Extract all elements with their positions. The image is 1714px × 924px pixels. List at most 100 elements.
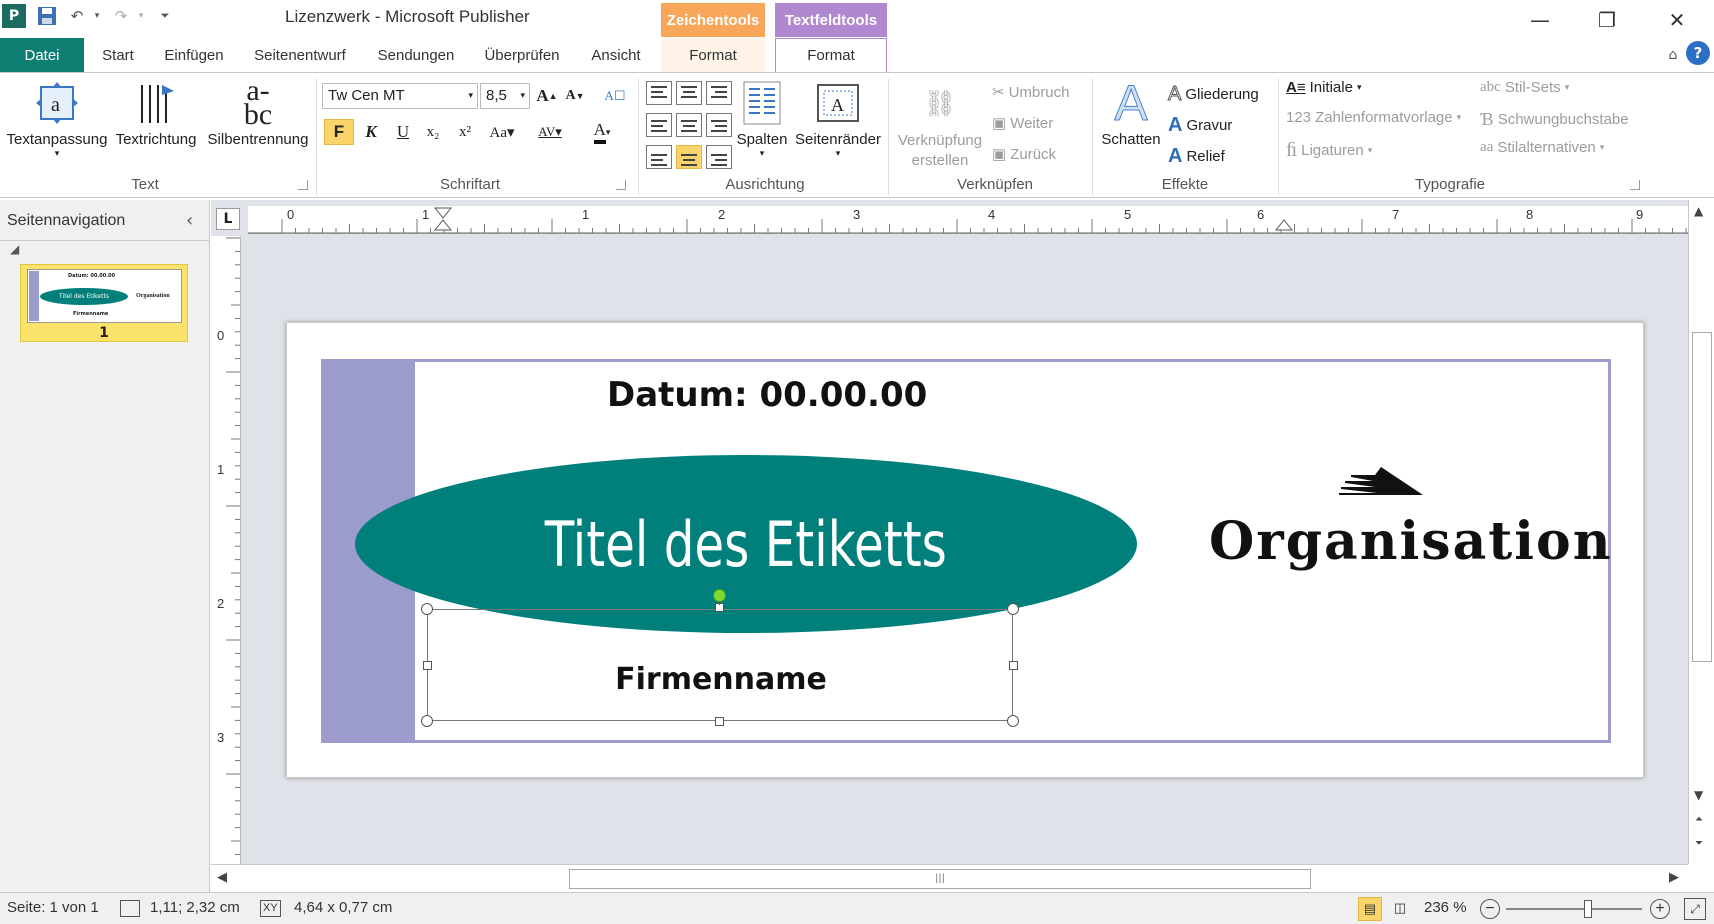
date-text[interactable]: Datum: 00.00.00	[607, 375, 927, 415]
tab-start[interactable]: Start	[96, 38, 140, 72]
spalten-button[interactable]: Spalten ▾	[734, 77, 790, 159]
align-top-center-icon[interactable]	[676, 81, 702, 105]
text-dialog-launcher-icon[interactable]	[298, 180, 308, 190]
horizontal-ruler[interactable]: 0 1 1 2 3 4 5 6 7 8 9	[248, 206, 1688, 234]
tab-sendungen[interactable]: Sendungen	[372, 38, 460, 72]
textanpassung-button[interactable]: a Textanpassung ▾	[6, 77, 108, 159]
collapse-nav-icon[interactable]: ‹	[186, 210, 193, 231]
minimize-button[interactable]: —	[1515, 4, 1565, 36]
gliederung-button[interactable]: A Gliederung	[1167, 83, 1258, 106]
close-button[interactable]: ✕	[1652, 4, 1702, 36]
character-spacing-icon[interactable]: AV▾	[530, 119, 570, 145]
ligaturen-button[interactable]: ﬁ Ligaturen ▾	[1286, 139, 1372, 162]
zoom-slider-thumb[interactable]	[1584, 900, 1592, 918]
single-page-view-icon[interactable]: ▤	[1358, 897, 1382, 921]
status-page[interactable]: Seite: 1 von 1	[7, 899, 99, 916]
resize-handle[interactable]	[715, 717, 724, 726]
next-page-icon[interactable]: ⏷	[1695, 838, 1703, 849]
verknuepfung-button[interactable]: ⛓ Verknüpfung erstellen	[892, 77, 988, 171]
grow-font-icon[interactable]: A ▲	[532, 83, 562, 109]
tab-format-textfeldtools[interactable]: Format	[775, 38, 887, 72]
relief-button[interactable]: A Relief	[1168, 145, 1225, 168]
resize-handle[interactable]	[423, 661, 432, 670]
schwungbuchstabe-button[interactable]: Ɓ Schwungbuchstabe	[1480, 109, 1629, 130]
align-top-right-icon[interactable]	[706, 81, 732, 105]
bold-button[interactable]: F	[324, 119, 354, 145]
seitenraender-button[interactable]: A Seitenränder ▾	[792, 77, 884, 159]
zoom-slider[interactable]	[1506, 908, 1642, 910]
align-middle-right-icon[interactable]	[706, 113, 732, 137]
typography-dialog-launcher-icon[interactable]	[1630, 180, 1640, 190]
font-dialog-launcher-icon[interactable]	[616, 180, 626, 190]
resize-handle[interactable]	[1009, 661, 1018, 670]
align-bottom-center-icon[interactable]	[676, 145, 702, 169]
stilalternativen-button[interactable]: aa Stilalternativen ▾	[1480, 139, 1604, 156]
tab-einfuegen[interactable]: Einfügen	[160, 38, 228, 72]
help-icon[interactable]: ?	[1686, 41, 1710, 65]
tab-ueberpruefen[interactable]: Überprüfen	[478, 38, 566, 72]
fit-page-icon[interactable]: ⤢	[1684, 898, 1706, 920]
label-page[interactable]: Datum: 00.00.00 Titel des Etiketts Organ…	[286, 322, 1644, 778]
zahlenformat-button[interactable]: 123 Zahlenformatvorlage ▾	[1286, 109, 1461, 126]
font-color-icon[interactable]: A ▾	[582, 119, 622, 145]
subscript-icon[interactable]: x₂	[418, 119, 448, 145]
collapse-ribbon-icon[interactable]: ⌂	[1660, 42, 1686, 68]
italic-button[interactable]: K	[356, 119, 386, 145]
weiter-button[interactable]: ▣ Weiter	[992, 114, 1053, 133]
page-thumbnail-1[interactable]: Datum: 00.00.00 Titel des Etiketts Organ…	[20, 264, 188, 342]
shrink-font-icon[interactable]: A ▼	[560, 83, 590, 109]
schatten-button[interactable]: A Schatten	[1096, 75, 1166, 149]
redo-dropdown-icon[interactable]: ▾	[128, 3, 154, 29]
customize-quick-access-icon[interactable]: ⏷	[152, 3, 178, 29]
align-bottom-right-icon[interactable]	[706, 145, 732, 169]
rotation-handle-icon[interactable]	[713, 589, 726, 602]
underline-button[interactable]: U	[388, 119, 418, 145]
vertical-ruler[interactable]: 0 1 2 3	[211, 236, 241, 864]
textrichtung-button[interactable]: Textrichtung	[112, 77, 200, 148]
align-middle-center-icon[interactable]	[676, 113, 702, 137]
title-ellipse[interactable]: Titel des Etiketts	[355, 455, 1137, 633]
zoom-in-icon[interactable]: +	[1650, 899, 1670, 919]
tab-datei[interactable]: Datei	[0, 38, 84, 72]
superscript-icon[interactable]: x²	[450, 119, 480, 145]
zoom-out-icon[interactable]: −	[1480, 899, 1500, 919]
save-icon[interactable]	[34, 3, 60, 29]
silbentrennung-button[interactable]: a-bc Silbentrennung	[204, 76, 312, 149]
section-expand-icon[interactable]: ◢	[10, 242, 19, 256]
align-top-left-icon[interactable]	[646, 81, 672, 105]
two-page-view-icon[interactable]: ◫	[1388, 897, 1412, 921]
resize-handle[interactable]	[421, 603, 433, 615]
scroll-down-icon[interactable]: ▼	[1694, 788, 1703, 802]
font-size-select[interactable]: 8,5 ▾	[480, 83, 530, 109]
organisation-text[interactable]: Organisation	[1209, 511, 1613, 572]
gravur-button[interactable]: A Gravur	[1168, 114, 1232, 137]
umbruch-button[interactable]: ✂ Umbruch	[992, 83, 1069, 102]
resize-handle[interactable]	[1007, 603, 1019, 615]
tab-ansicht[interactable]: Ansicht	[588, 38, 644, 72]
stilsets-button[interactable]: abc Stil-Sets ▾	[1480, 79, 1569, 96]
resize-handle[interactable]	[421, 715, 433, 727]
organisation-logo-icon[interactable]	[1337, 465, 1427, 497]
company-textbox[interactable]: Firmenname	[427, 609, 1013, 721]
tab-seitenentwurf[interactable]: Seitenentwurf	[248, 38, 352, 72]
align-bottom-left-icon[interactable]	[646, 145, 672, 169]
previous-page-icon[interactable]: ⏶	[1695, 814, 1703, 825]
scroll-left-icon[interactable]: ◀	[217, 870, 227, 885]
font-name-select[interactable]: Tw Cen MT ▾	[322, 83, 478, 109]
tab-format-zeichentools[interactable]: Format	[661, 38, 765, 72]
publisher-app-icon[interactable]: P	[2, 4, 26, 28]
zoom-level[interactable]: 236 %	[1424, 899, 1467, 916]
undo-dropdown-icon[interactable]: ▾	[84, 3, 110, 29]
change-case-icon[interactable]: Aa▾	[482, 119, 522, 145]
scroll-up-icon[interactable]: ▲	[1694, 204, 1703, 218]
vertical-scrollbar[interactable]: ▲ ▼ ⏶ ⏷	[1688, 200, 1714, 864]
horizontal-scrollbar[interactable]: ◀ ||| ▶	[211, 864, 1688, 892]
tab-stop-selector[interactable]: L	[216, 208, 240, 230]
initiale-button[interactable]: A≡ Initiale ▾	[1286, 79, 1361, 96]
align-middle-left-icon[interactable]	[646, 113, 672, 137]
resize-handle[interactable]	[1007, 715, 1019, 727]
restore-button[interactable]: ❐	[1582, 4, 1632, 36]
horizontal-scroll-thumb[interactable]: |||	[569, 869, 1311, 889]
vertical-scroll-thumb[interactable]	[1692, 332, 1712, 662]
zurueck-button[interactable]: ▣ Zurück	[992, 145, 1056, 164]
